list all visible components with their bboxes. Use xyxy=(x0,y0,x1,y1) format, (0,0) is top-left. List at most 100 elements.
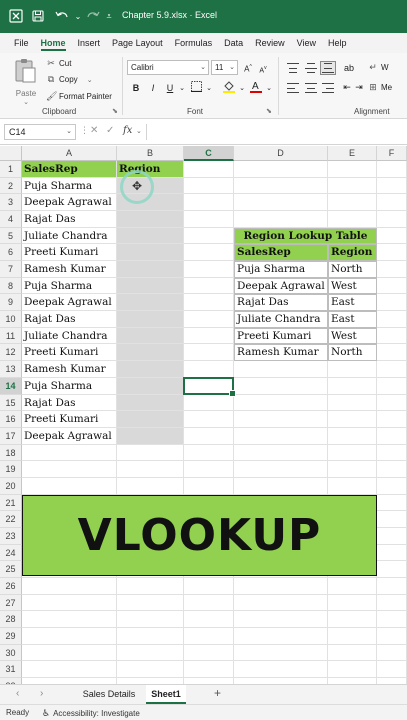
tab-data[interactable]: Data xyxy=(218,33,249,53)
column-header-a[interactable]: A xyxy=(22,146,117,161)
row-header-23[interactable]: 23 xyxy=(0,527,22,545)
lookup-table-cell[interactable]: Rajat Das xyxy=(234,294,328,312)
row-header-8[interactable]: 8 xyxy=(0,277,22,295)
cell-a8[interactable]: Puja Sharma xyxy=(22,278,117,295)
row-header-5[interactable]: 5 xyxy=(0,227,22,245)
row-header-1[interactable]: 1 xyxy=(0,161,22,178)
row-header-6[interactable]: 6 xyxy=(0,244,22,262)
cut-button[interactable]: ✂ Cut xyxy=(46,58,71,69)
tab-formulas[interactable]: Formulas xyxy=(169,33,219,53)
merge-center-button[interactable]: ⊞ Me xyxy=(368,82,392,93)
cell-a16[interactable]: Preeti Kumari xyxy=(22,411,117,428)
cell-a15[interactable]: Rajat Das xyxy=(22,395,117,412)
cell-a14[interactable]: Puja Sharma xyxy=(22,378,117,395)
column-header-d[interactable]: D xyxy=(234,146,328,161)
align-top-icon[interactable] xyxy=(287,63,299,73)
column-header-e[interactable]: E xyxy=(328,146,377,161)
lookup-table-cell[interactable]: Juliate Chandra xyxy=(234,311,328,328)
chevron-down-icon[interactable]: ⌄ xyxy=(235,82,249,96)
cell-a6[interactable]: Preeti Kumari xyxy=(22,244,117,261)
paste-button[interactable]: Paste ⌄ xyxy=(12,57,40,106)
wrap-text-button[interactable]: ↵ W xyxy=(368,62,388,73)
font-size-select[interactable]: 11 ⌄ xyxy=(211,60,238,75)
increase-font-icon[interactable]: A^ xyxy=(241,60,255,74)
scroll-right-icon[interactable]: › xyxy=(40,688,43,699)
row-header-7[interactable]: 7 xyxy=(0,261,22,278)
lookup-table-cell[interactable]: East xyxy=(328,311,377,328)
row-header-13[interactable]: 13 xyxy=(0,361,22,378)
row-header-12[interactable]: 12 xyxy=(0,344,22,362)
lookup-table-cell[interactable]: Ramesh Kumar xyxy=(234,344,328,362)
insert-function-button[interactable]: fx xyxy=(123,125,132,136)
spreadsheet-grid[interactable]: A B C D E F 1 2 3 4 5 6 7 8 9 10 11 12 13 14 15 16 17 18 19 20 21 2… xyxy=(0,146,407,684)
row-header-25[interactable]: 25 xyxy=(0,561,22,578)
cancel-icon[interactable]: ✕ xyxy=(90,125,98,136)
lookup-table-cell[interactable]: West xyxy=(328,277,377,295)
undo-icon[interactable] xyxy=(52,9,72,23)
row-header-10[interactable]: 10 xyxy=(0,311,22,328)
lookup-table-cell[interactable]: Deepak Agrawal xyxy=(234,277,328,295)
undo-dropdown-icon[interactable]: ⌄ xyxy=(74,9,82,23)
cell-a9[interactable]: Deepak Agrawal xyxy=(22,294,117,311)
lookup-table-header[interactable]: SalesRep xyxy=(234,244,328,262)
accessibility-status[interactable]: ♿ Accessibility: Investigate xyxy=(42,708,140,719)
copy-button[interactable]: ⧉ Copy ⌄ xyxy=(46,74,93,85)
column-header-b[interactable]: B xyxy=(117,146,184,161)
format-painter-button[interactable]: 🖌 Format Painter xyxy=(46,91,112,102)
add-sheet-icon[interactable]: + xyxy=(214,686,221,700)
customize-icon[interactable]: ⩡ xyxy=(104,9,114,23)
cell-a3[interactable]: Deepak Agrawal xyxy=(22,194,117,211)
orientation-icon[interactable]: ab xyxy=(342,61,356,75)
vlookup-banner[interactable]: VLOOKUP xyxy=(22,494,377,576)
chevron-down-icon[interactable]: ⌄ xyxy=(175,82,189,96)
lookup-table-cell[interactable]: North xyxy=(328,261,377,278)
row-header-20[interactable]: 20 xyxy=(0,477,22,495)
sheet-tab-sales-details[interactable]: Sales Details xyxy=(76,685,142,704)
row-header-29[interactable]: 29 xyxy=(0,628,22,645)
enter-icon[interactable]: ✓ xyxy=(106,125,114,136)
font-launcher-icon[interactable]: ⬊ xyxy=(266,107,272,115)
row-header-4[interactable]: 4 xyxy=(0,211,22,228)
row-header-19[interactable]: 19 xyxy=(0,461,22,478)
font-name-select[interactable]: Calibri ⌄ xyxy=(127,60,209,75)
name-box[interactable]: C14 ⌄ xyxy=(4,124,76,140)
row-header-9[interactable]: 9 xyxy=(0,294,22,312)
select-all-corner[interactable] xyxy=(0,146,22,161)
lookup-table-cell[interactable]: West xyxy=(328,327,377,345)
align-right-icon[interactable] xyxy=(322,83,334,93)
lookup-table-cell[interactable]: East xyxy=(328,294,377,312)
sheet-tab-sheet1[interactable]: Sheet1 xyxy=(146,685,186,704)
row-header-31[interactable]: 31 xyxy=(0,661,22,679)
row-header-16[interactable]: 16 xyxy=(0,411,22,428)
font-color-icon[interactable]: A xyxy=(249,79,263,93)
row-header-24[interactable]: 24 xyxy=(0,544,22,562)
cell-a5[interactable]: Juliate Chandra xyxy=(22,228,117,245)
formula-input[interactable] xyxy=(146,124,405,140)
lookup-table-title[interactable]: Region Lookup Table xyxy=(234,227,377,245)
row-header-11[interactable]: 11 xyxy=(0,327,22,345)
tab-review[interactable]: Review xyxy=(249,33,291,53)
lookup-table-cell[interactable]: North xyxy=(328,344,377,362)
tab-view[interactable]: View xyxy=(291,33,322,53)
borders-icon[interactable] xyxy=(189,81,203,95)
align-middle-icon[interactable] xyxy=(305,63,317,73)
align-left-icon[interactable] xyxy=(287,83,299,93)
chevron-down-icon[interactable]: ⌄ xyxy=(136,127,142,135)
redo-icon[interactable] xyxy=(84,9,102,23)
chevron-down-icon[interactable]: ⌄ xyxy=(262,82,276,96)
row-header-21[interactable]: 21 xyxy=(0,494,22,512)
cell-a13[interactable]: Ramesh Kumar xyxy=(22,361,117,378)
row-header-14[interactable]: 14 xyxy=(0,377,22,395)
bold-button[interactable]: B xyxy=(129,81,143,95)
row-header-15[interactable]: 15 xyxy=(0,394,22,412)
row-header-3[interactable]: 3 xyxy=(0,194,22,212)
lookup-table-cell[interactable]: Preeti Kumari xyxy=(234,327,328,345)
align-center-icon[interactable] xyxy=(305,83,317,93)
row-header-18[interactable]: 18 xyxy=(0,444,22,462)
increase-indent-icon[interactable]: ⇥ xyxy=(352,80,366,94)
tab-insert[interactable]: Insert xyxy=(72,33,107,53)
tab-page-layout[interactable]: Page Layout xyxy=(106,33,169,53)
lookup-table-cell[interactable]: Puja Sharma xyxy=(234,261,328,278)
lookup-table-header[interactable]: Region xyxy=(328,244,377,262)
tab-home[interactable]: Home xyxy=(35,33,72,53)
